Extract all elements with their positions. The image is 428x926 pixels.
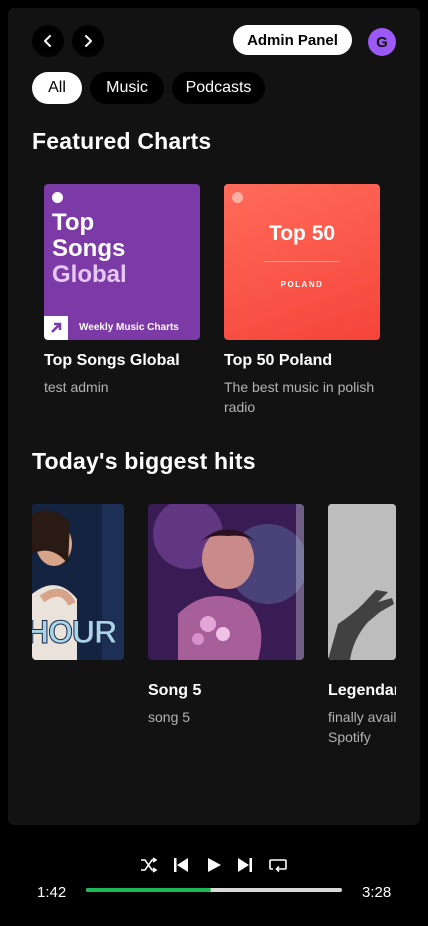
cover-country: POLAND bbox=[280, 280, 324, 289]
cover-title: Top Songs Global bbox=[52, 209, 127, 288]
top-songs-global-cover[interactable]: Top Songs Global Weekly Music Charts bbox=[44, 184, 200, 340]
filter-chip-all[interactable]: All bbox=[32, 72, 82, 104]
filter-chip-podcasts[interactable]: Podcasts bbox=[172, 72, 265, 104]
cover-text: HOUR bbox=[32, 614, 118, 651]
todays-biggest-hits-heading: Today's biggest hits bbox=[32, 448, 256, 474]
hit-cover-3[interactable] bbox=[328, 504, 396, 660]
cover-footer: Weekly Music Charts bbox=[79, 322, 179, 333]
progress-fill bbox=[86, 888, 212, 892]
chevron-right-icon bbox=[85, 35, 92, 47]
admin-panel-button[interactable]: Admin Panel bbox=[233, 25, 352, 55]
elapsed-time: 1:42 bbox=[37, 884, 67, 901]
card-title[interactable]: Song 5 bbox=[148, 682, 201, 700]
spotify-icon bbox=[52, 192, 63, 203]
card-subtitle: The best music in polish radio bbox=[224, 379, 375, 415]
skip-back-icon bbox=[174, 858, 188, 872]
featured-charts-heading: Featured Charts bbox=[32, 128, 212, 154]
back-button[interactable] bbox=[32, 25, 64, 57]
forward-button[interactable] bbox=[72, 25, 104, 57]
shuffle-icon bbox=[141, 857, 158, 873]
hit-cover-1[interactable]: HOUR bbox=[32, 504, 124, 660]
spotify-icon bbox=[232, 192, 243, 203]
filter-chip-music[interactable]: Music bbox=[90, 72, 164, 104]
card-title[interactable]: Top Songs Global bbox=[44, 352, 180, 370]
cover-title: Top 50 bbox=[268, 222, 336, 245]
chevron-left-icon bbox=[44, 35, 51, 47]
play-button[interactable] bbox=[203, 854, 225, 876]
top-50-poland-cover[interactable]: Top 50 POLAND bbox=[224, 184, 380, 340]
card-title[interactable]: Top 50 Poland bbox=[224, 352, 332, 370]
hits-carousel[interactable]: HOUR Song 5 song 5 Legendar finally avai… bbox=[32, 504, 396, 754]
card-subtitle: song 5 bbox=[148, 709, 191, 725]
trending-arrow-icon bbox=[44, 316, 68, 340]
divider bbox=[264, 261, 340, 262]
skip-forward-icon bbox=[238, 858, 252, 872]
main-panel: Admin Panel G All Music Podcasts Feature… bbox=[8, 8, 420, 825]
card-title[interactable]: Legendar bbox=[328, 682, 396, 700]
card-subtitle: finally availa Spotify bbox=[328, 709, 396, 745]
next-button[interactable] bbox=[234, 854, 256, 876]
play-icon bbox=[208, 858, 221, 872]
progress-bar[interactable] bbox=[86, 888, 342, 892]
avatar[interactable]: G bbox=[368, 28, 396, 56]
card-subtitle: test admin bbox=[44, 379, 109, 395]
hit-cover-2[interactable] bbox=[148, 504, 304, 660]
duration-time: 3:28 bbox=[362, 884, 392, 901]
shuffle-button[interactable] bbox=[138, 854, 160, 876]
previous-button[interactable] bbox=[170, 854, 192, 876]
repeat-icon bbox=[269, 859, 287, 873]
repeat-button[interactable] bbox=[267, 854, 289, 876]
player-bar: 1:42 3:28 bbox=[0, 840, 428, 926]
